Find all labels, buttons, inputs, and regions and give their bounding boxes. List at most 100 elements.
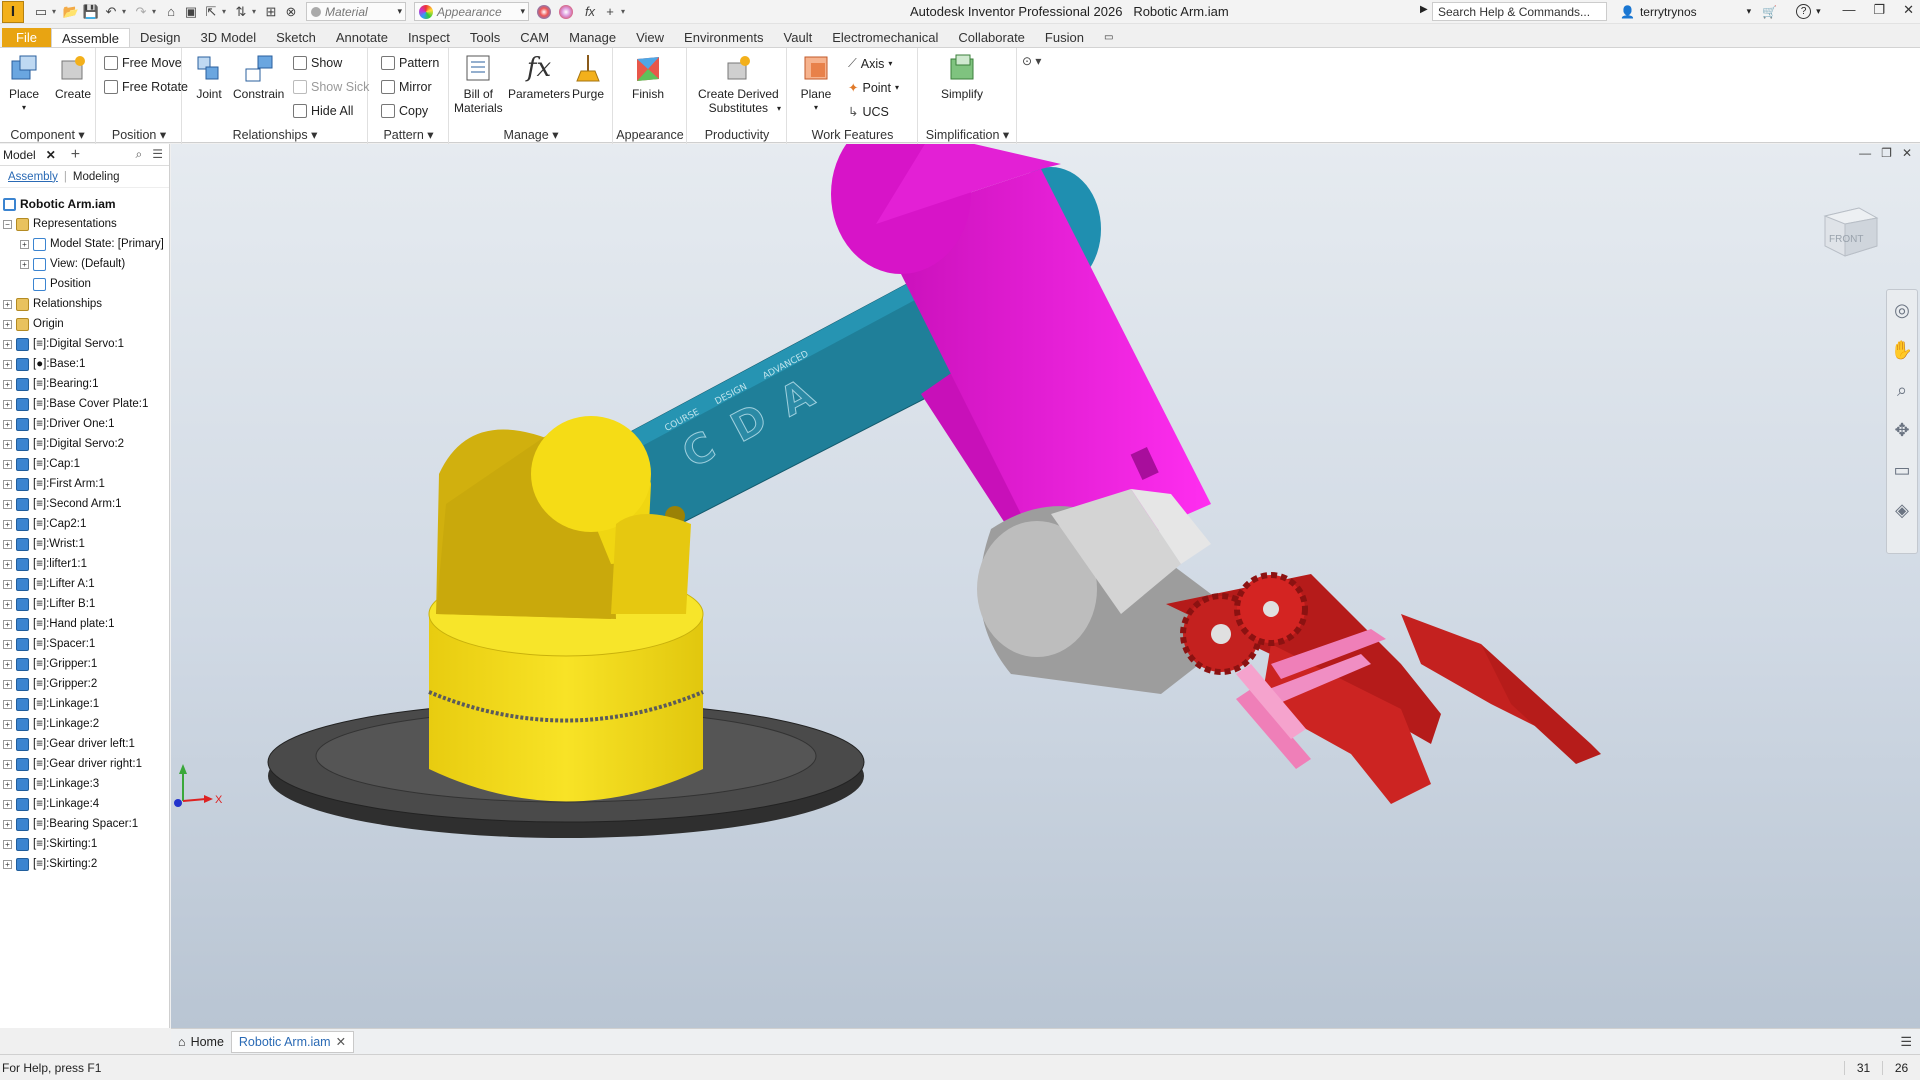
free-move-button[interactable]: Free Move	[104, 56, 182, 70]
tree-part-item[interactable]: + [≡]:Gear driver right:1	[0, 754, 169, 774]
home-icon[interactable]: ⌂	[162, 3, 180, 21]
adjust-appearance-icon[interactable]	[537, 4, 551, 19]
tree-part-item[interactable]: + [≡]:lifter1:1	[0, 554, 169, 574]
show-button[interactable]: Show	[293, 56, 342, 70]
close-icon[interactable]: ✕	[1903, 2, 1914, 18]
tree-part-item[interactable]: + [≡]:Bearing:1	[0, 374, 169, 394]
expand-icon[interactable]: +	[3, 379, 12, 389]
expand-icon[interactable]: +	[3, 639, 12, 649]
expand-icon[interactable]: +	[3, 299, 12, 309]
tree-position[interactable]: Position	[0, 274, 169, 294]
expand-icon[interactable]: +	[3, 619, 12, 629]
expand-icon[interactable]: +	[3, 699, 12, 709]
tree-part-item[interactable]: + [≡]:Wrist:1	[0, 534, 169, 554]
chevron-down-icon[interactable]: ▾	[252, 7, 260, 16]
tree-part-item[interactable]: + [≡]:Skirting:1	[0, 834, 169, 854]
tab-file[interactable]: File	[2, 28, 51, 48]
create-button[interactable]: Create	[55, 52, 91, 101]
expand-icon[interactable]: +	[3, 319, 12, 329]
joint-button[interactable]: Joint	[193, 52, 225, 101]
tree-part-item[interactable]: + [≡]:Linkage:4	[0, 794, 169, 814]
hide-all-button[interactable]: Hide All	[293, 104, 353, 118]
tab-menu-icon[interactable]: ☰	[1900, 1034, 1912, 1050]
expand-icon[interactable]: +	[3, 799, 12, 809]
tree-part-item[interactable]: + [≡]:Bearing Spacer:1	[0, 814, 169, 834]
expand-icon[interactable]: +	[3, 439, 12, 449]
chevron-down-icon[interactable]: ▾	[152, 7, 160, 16]
panel-component-label[interactable]: Component ▾	[0, 127, 95, 142]
tree-part-item[interactable]: + [≡]:Digital Servo:2	[0, 434, 169, 454]
ribbon-display-toggle-icon[interactable]: ▭	[1094, 28, 1123, 48]
free-rotate-button[interactable]: Free Rotate	[104, 80, 188, 94]
tab-3d-model[interactable]: 3D Model	[191, 28, 267, 48]
tree-part-item[interactable]: + [●]:Base:1	[0, 354, 169, 374]
help-icon[interactable]: ?	[1796, 4, 1812, 19]
tree-part-item[interactable]: + [≡]:Base Cover Plate:1	[0, 394, 169, 414]
tab-electromechanical[interactable]: Electromechanical	[822, 28, 948, 48]
axis-button[interactable]: ⟋ Axis ▾	[848, 56, 892, 71]
panel-relationships-label[interactable]: Relationships ▾	[183, 127, 367, 142]
material-dropdown[interactable]: Material ▾	[306, 2, 406, 21]
pattern-button[interactable]: Pattern	[381, 56, 439, 70]
collapse-icon[interactable]: −	[3, 219, 12, 229]
close-icon[interactable]: ✕	[336, 1034, 346, 1049]
steering-wheel-icon[interactable]: ◎	[1887, 290, 1917, 330]
tree-part-item[interactable]: + [≡]:Linkage:1	[0, 694, 169, 714]
expand-icon[interactable]: +	[20, 239, 29, 249]
gripper[interactable]	[1166, 572, 1601, 804]
expand-icon[interactable]: +	[3, 659, 12, 669]
tab-assembly[interactable]: Assembly	[8, 171, 58, 183]
ucs-button[interactable]: ↳ UCS	[848, 104, 889, 120]
expand-icon[interactable]: +	[3, 499, 12, 509]
expand-icon[interactable]: +	[3, 359, 12, 369]
panel-manage-label[interactable]: Manage ▾	[450, 127, 612, 142]
panel-position-label[interactable]: Position ▾	[97, 127, 181, 142]
look-at-icon[interactable]: ▭	[1887, 450, 1917, 490]
bill-of-materials-button[interactable]: Bill of Materials	[454, 52, 503, 115]
tree-part-item[interactable]: + [≡]:Digital Servo:1	[0, 334, 169, 354]
robotic-arm-model[interactable]: C D A COURSE DESIGN ADVANCED X	[171, 144, 1920, 1028]
undo-icon[interactable]: ↶	[102, 3, 120, 21]
expand-icon[interactable]: +	[3, 599, 12, 609]
expand-icon[interactable]: +	[3, 419, 12, 429]
close-icon[interactable]: ✕	[46, 148, 56, 162]
tab-annotate[interactable]: Annotate	[326, 28, 398, 48]
open-icon[interactable]: 📂	[62, 3, 80, 21]
tree-part-item[interactable]: + [≡]:Second Arm:1	[0, 494, 169, 514]
purge-button[interactable]: Purge	[572, 52, 604, 101]
tab-environments[interactable]: Environments	[674, 28, 773, 48]
zoom-icon[interactable]: ⌕	[1887, 370, 1917, 410]
appearance-dropdown[interactable]: Appearance ▾	[414, 2, 529, 21]
tab-robotic-arm[interactable]: Robotic Arm.iam ✕	[230, 1030, 355, 1053]
tree-part-item[interactable]: + [≡]:First Arm:1	[0, 474, 169, 494]
tab-cam[interactable]: CAM	[510, 28, 559, 48]
tree-part-item[interactable]: + [≡]:Hand plate:1	[0, 614, 169, 634]
expand-icon[interactable]: +	[3, 859, 12, 869]
return-icon[interactable]: ⊞	[262, 3, 280, 21]
search-icon[interactable]: ⌕	[136, 147, 143, 162]
menu-icon[interactable]: ☰	[152, 147, 163, 162]
tab-fusion[interactable]: Fusion	[1035, 28, 1094, 48]
tree-model-state[interactable]: + Model State: [Primary]	[0, 234, 169, 254]
tab-tools[interactable]: Tools	[460, 28, 510, 48]
tab-manage[interactable]: Manage	[559, 28, 626, 48]
minimize-icon[interactable]: —	[1842, 2, 1855, 18]
place-button[interactable]: Place ▾	[8, 52, 40, 115]
search-expand-icon[interactable]: ▶	[1420, 4, 1428, 15]
select-icon[interactable]: ⇱	[202, 3, 220, 21]
tab-sketch[interactable]: Sketch	[266, 28, 326, 48]
tab-view[interactable]: View	[626, 28, 674, 48]
customize-icon[interactable]: ▾	[621, 7, 629, 16]
expand-icon[interactable]: +	[3, 399, 12, 409]
tree-part-item[interactable]: + [≡]:Gripper:2	[0, 674, 169, 694]
tab-vault[interactable]: Vault	[774, 28, 823, 48]
graphics-viewport[interactable]: — ❐ ✕ C D A COURSE DESIGN ADVANCED X FRO…	[171, 144, 1920, 1028]
expand-icon[interactable]: +	[3, 579, 12, 589]
ribbon-options-icon[interactable]: ⊙ ▾	[1022, 54, 1041, 68]
add-icon[interactable]: +	[601, 3, 619, 21]
point-button[interactable]: ✦ Point ▾	[848, 80, 899, 96]
expand-icon[interactable]: +	[3, 779, 12, 789]
expand-icon[interactable]: +	[3, 339, 12, 349]
expand-icon[interactable]: +	[20, 259, 29, 269]
search-input[interactable]: Search Help & Commands...	[1432, 2, 1607, 21]
